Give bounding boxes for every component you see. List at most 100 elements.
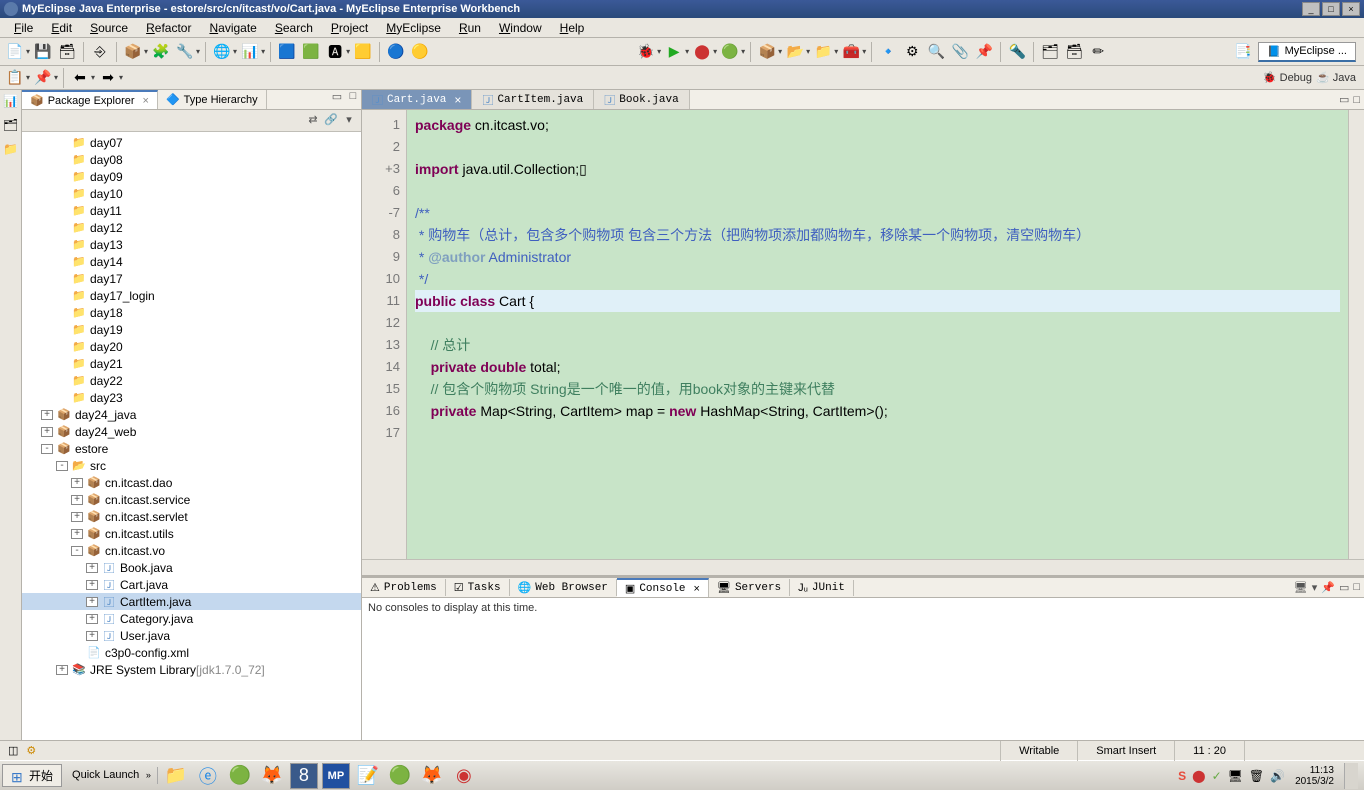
tree-toggle[interactable]: +	[86, 597, 98, 607]
tree-item[interactable]: +🄹CartItem.java	[22, 593, 361, 610]
trim-icon[interactable]: 📁	[3, 142, 19, 158]
tree-item[interactable]: -📦estore	[22, 440, 361, 457]
save-all-button[interactable]: 🗃	[56, 41, 78, 63]
tree-item[interactable]: +📦day24_java	[22, 406, 361, 423]
tree-toggle[interactable]: -	[71, 546, 83, 556]
menu-file[interactable]: File	[6, 19, 41, 37]
close-icon[interactable]: ×	[143, 95, 149, 107]
toolbar-icon[interactable]: ▾	[1312, 581, 1318, 594]
stop-button[interactable]: ⬤	[691, 41, 713, 63]
save-button[interactable]: 💾	[32, 41, 54, 63]
tree-item[interactable]: +🄹Cart.java	[22, 576, 361, 593]
search-button[interactable]: 🔦	[1006, 41, 1028, 63]
new-class-button[interactable]: 📦	[756, 41, 778, 63]
tree-item[interactable]: 📁day10	[22, 185, 361, 202]
toolbar-icon[interactable]: 🔹	[877, 41, 899, 63]
toolbar-icon[interactable]: 📎	[949, 41, 971, 63]
tree-toggle[interactable]: +	[71, 512, 83, 522]
app-icon[interactable]: MP	[322, 763, 350, 789]
debug-button[interactable]: 🐞	[635, 41, 657, 63]
tree-item[interactable]: 📁day13	[22, 236, 361, 253]
toolbar-icon[interactable]: 📂	[784, 41, 806, 63]
toolbar-icon[interactable]: ⚙	[901, 41, 923, 63]
tree-toggle[interactable]: +	[86, 563, 98, 573]
tray-icon[interactable]: S	[1178, 769, 1186, 783]
toolbar-icon[interactable]: 📦	[122, 41, 144, 63]
trim-icon[interactable]: 📊	[3, 94, 19, 110]
tray-icon[interactable]: 🗑	[1249, 769, 1264, 783]
editor-tab[interactable]: 🄹 CartItem.java	[472, 90, 594, 109]
tray-icon[interactable]: 🔊	[1270, 769, 1285, 783]
app-icon[interactable]: ◉	[450, 763, 478, 789]
bottom-tab-problems[interactable]: ⚠ Problems	[362, 579, 446, 596]
bottom-tab-web-browser[interactable]: 🌐 Web Browser	[510, 579, 617, 596]
tree-item[interactable]: 📁day20	[22, 338, 361, 355]
myeclipse-icon[interactable]: 8	[290, 763, 318, 789]
tab-package-explorer[interactable]: 📦 Package Explorer×	[22, 90, 158, 109]
bottom-tab-servers[interactable]: 🖥 Servers	[709, 579, 790, 596]
minimize-view-button[interactable]: ▭	[329, 90, 345, 106]
toolbar-icon[interactable]: 📌	[973, 41, 995, 63]
toolbar-icon[interactable]: 🧩	[150, 41, 172, 63]
tree-item[interactable]: 📁day08	[22, 151, 361, 168]
close-icon[interactable]: ×	[454, 93, 461, 107]
ie-icon[interactable]: ⓔ	[194, 763, 222, 789]
pin-icon[interactable]: 📌	[1321, 581, 1335, 594]
bottom-tab-junit[interactable]: Jᵤ JUnit	[790, 580, 854, 596]
tree-item[interactable]: 📁day11	[22, 202, 361, 219]
tree-toggle[interactable]: +	[56, 665, 68, 675]
toolbar-icon[interactable]: 🟢	[719, 41, 741, 63]
toolbar-icon[interactable]: 📋	[4, 67, 26, 89]
tab-type-hierarchy[interactable]: 🔷 Type Hierarchy	[158, 90, 267, 109]
status-icon[interactable]: ⚙	[26, 744, 36, 757]
view-menu-button[interactable]: ▾	[341, 113, 357, 129]
tray-icon[interactable]: 🖥	[1228, 769, 1243, 783]
tree-toggle[interactable]: +	[71, 529, 83, 539]
link-editor-button[interactable]: 🔗	[323, 113, 339, 129]
tree-item[interactable]: +📦day24_web	[22, 423, 361, 440]
show-desktop-button[interactable]	[1344, 763, 1358, 789]
minimize-button[interactable]: _	[1302, 2, 1320, 16]
toolbar-icon[interactable]: 🟩	[300, 41, 322, 63]
menu-myeclipse[interactable]: MyEclipse	[378, 19, 449, 37]
debug-perspective-link[interactable]: 🐞 Debug	[1263, 71, 1312, 84]
toolbar-icon[interactable]: ✏	[1087, 41, 1109, 63]
toolbar-icon[interactable]: 📁	[812, 41, 834, 63]
run-button[interactable]: ▶	[663, 41, 685, 63]
explorer-icon[interactable]: 📁	[162, 763, 190, 789]
menu-project[interactable]: Project	[323, 19, 376, 37]
tree-item[interactable]: +📚JRE System Library [jdk1.7.0_72]	[22, 661, 361, 678]
package-tree[interactable]: 📁day07📁day08📁day09📁day10📁day11📁day12📁day…	[22, 132, 361, 740]
toolbar-icon[interactable]: 🖥	[1294, 581, 1308, 594]
bottom-tab-tasks[interactable]: ☑ Tasks	[446, 579, 510, 596]
tree-item[interactable]: 📁day18	[22, 304, 361, 321]
chrome-icon[interactable]: 🟢	[226, 763, 254, 789]
menu-run[interactable]: Run	[451, 19, 489, 37]
status-icon[interactable]: ◫	[8, 744, 18, 757]
tree-item[interactable]: 📁day22	[22, 372, 361, 389]
collapse-all-button[interactable]: ⇄	[305, 113, 321, 129]
tree-toggle[interactable]: +	[86, 580, 98, 590]
toolbar-icon[interactable]: 🅰	[324, 41, 346, 63]
toolbar-icon[interactable]: 🟨	[352, 41, 374, 63]
tree-item[interactable]: 📁day23	[22, 389, 361, 406]
menu-refactor[interactable]: Refactor	[138, 19, 199, 37]
maximize-button[interactable]: □	[1353, 94, 1360, 106]
minimize-button[interactable]: ▭	[1339, 581, 1349, 594]
tree-toggle[interactable]: +	[86, 631, 98, 641]
toolbar-icon[interactable]: 🗃	[1063, 41, 1085, 63]
toolbar-icon[interactable]: 🔧	[174, 41, 196, 63]
tree-item[interactable]: 📁day17	[22, 270, 361, 287]
menu-source[interactable]: Source	[82, 19, 136, 37]
firefox-icon[interactable]: 🦊	[418, 763, 446, 789]
tree-item[interactable]: 📁day07	[22, 134, 361, 151]
java-perspective-link[interactable]: ☕ Java	[1316, 71, 1356, 84]
toolbar-icon[interactable]: 🧰	[840, 41, 862, 63]
tree-item[interactable]: +📦cn.itcast.service	[22, 491, 361, 508]
tree-item[interactable]: +🄹Category.java	[22, 610, 361, 627]
toolbar-icon[interactable]: 🟡	[409, 41, 431, 63]
menu-help[interactable]: Help	[552, 19, 593, 37]
tree-toggle[interactable]: -	[56, 461, 68, 471]
menu-window[interactable]: Window	[491, 19, 550, 37]
open-perspective-button[interactable]: 📑	[1232, 41, 1254, 63]
